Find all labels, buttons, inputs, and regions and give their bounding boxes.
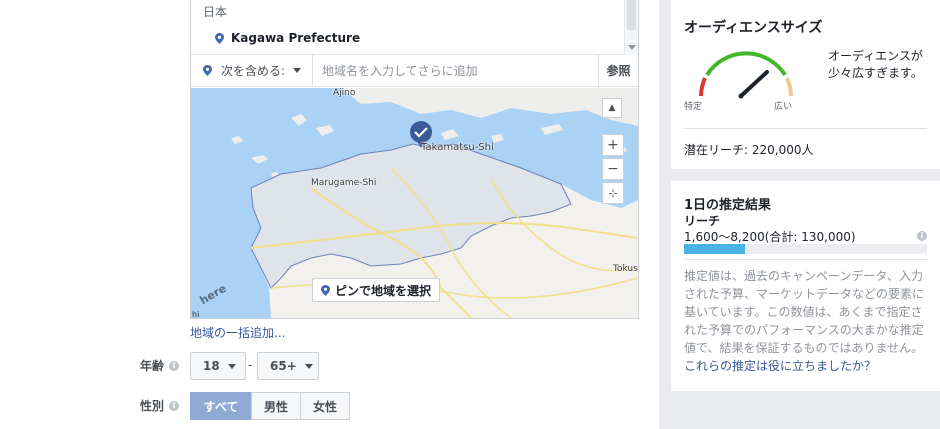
gender-all-button[interactable]: すべて xyxy=(190,392,252,420)
divider xyxy=(684,259,927,260)
divider xyxy=(684,128,927,129)
selected-region-name: Kagawa Prefecture xyxy=(231,31,361,45)
age-label-row: 年齢 i xyxy=(140,357,180,374)
audience-size-panel: オーディエンスサイズ 特定 広い オーディエンスが少々広すぎます。 潜在リーチ:… xyxy=(671,0,940,169)
map-locate-button[interactable]: ⊹ xyxy=(602,182,624,204)
age-separator: - xyxy=(248,358,253,372)
include-label: 次を含める: xyxy=(221,64,286,78)
map-corner-label: hi xyxy=(192,310,200,318)
map-label-marugame: Marugame-Shi xyxy=(311,178,377,188)
map-collapse-button[interactable]: ▲ xyxy=(602,98,622,118)
audience-size-title: オーディエンスサイズ xyxy=(684,20,823,36)
age-min-value: 18 xyxy=(203,359,220,373)
zoom-in-button[interactable]: + xyxy=(602,134,624,156)
location-card: 日本 Kagawa Prefecture 次を含める: 参照 xyxy=(190,0,639,319)
age-max-select[interactable]: 65+ xyxy=(257,352,319,380)
chevron-down-icon xyxy=(227,363,236,369)
drop-pin-label: ピンで地域を選択 xyxy=(335,283,432,298)
country-label: 日本 xyxy=(203,5,228,19)
location-search-bar: 次を含める: 参照 xyxy=(191,55,638,87)
reach-progress-fill xyxy=(684,244,745,254)
map-label-tokushima: Tokus xyxy=(613,264,638,274)
gender-male-button[interactable]: 男性 xyxy=(251,392,301,420)
zoom-out-button[interactable]: − xyxy=(602,158,624,180)
browse-button[interactable]: 参照 xyxy=(598,55,638,86)
drop-pin-button[interactable]: ピンで地域を選択 xyxy=(312,278,441,302)
chevron-down-icon xyxy=(293,68,302,73)
audience-message: オーディエンスが少々広すぎます。 xyxy=(828,49,923,80)
location-pin-icon xyxy=(321,284,330,296)
age-label: 年齢 xyxy=(140,359,165,373)
chevron-up-icon: ▲ xyxy=(608,103,616,113)
estimate-feedback-link[interactable]: これらの推定は役に立ちましたか？ xyxy=(684,357,876,374)
location-list-scrollbar[interactable] xyxy=(624,0,638,55)
gauge-broad-label: 広い xyxy=(774,102,793,112)
daily-estimate-title: 1日の推定結果 xyxy=(684,198,772,213)
location-search-input[interactable] xyxy=(313,56,593,85)
info-icon[interactable]: i xyxy=(917,231,927,241)
scroll-down-arrow-icon[interactable] xyxy=(628,45,636,50)
location-pin-icon xyxy=(215,32,224,44)
selected-region-item[interactable]: Kagawa Prefecture xyxy=(215,31,360,45)
estimate-disclaimer: 推定値は、過去のキャンペーンデータ、入力された予算、マーケットデータなどの要素に… xyxy=(684,269,925,355)
gender-label: 性別 xyxy=(140,399,165,413)
include-dropdown[interactable]: 次を含める: xyxy=(191,55,313,86)
reach-range: 1,600〜8,200(合計: 130,000) xyxy=(684,230,856,244)
location-pin-icon xyxy=(203,65,212,76)
gauge-specific-label: 特定 xyxy=(684,102,703,112)
map-label-ajino: Ajino xyxy=(333,88,356,98)
age-min-select[interactable]: 18 xyxy=(190,352,246,380)
scrollbar-thumb[interactable] xyxy=(627,0,636,30)
potential-reach: 潜在リーチ: 220,000人 xyxy=(684,143,814,157)
info-icon[interactable]: i xyxy=(169,360,180,371)
bulk-add-locations-link[interactable]: 地域の一括追加... xyxy=(190,324,285,341)
reach-progress-bar xyxy=(684,244,927,254)
chevron-down-icon xyxy=(304,363,313,369)
selected-locations-list: 日本 Kagawa Prefecture xyxy=(191,0,638,55)
age-max-value: 65+ xyxy=(270,359,297,373)
gender-label-row: 性別 i xyxy=(140,397,180,414)
gender-toggle-group: すべて 男性 女性 xyxy=(190,392,350,420)
crosshair-icon: ⊹ xyxy=(608,186,618,200)
gender-female-button[interactable]: 女性 xyxy=(300,392,350,420)
map-label-takamatsu: Takamatsu-Shi xyxy=(421,142,494,153)
info-icon[interactable]: i xyxy=(169,400,180,411)
audience-gauge-icon xyxy=(699,51,793,99)
reach-label: リーチ xyxy=(684,214,721,228)
